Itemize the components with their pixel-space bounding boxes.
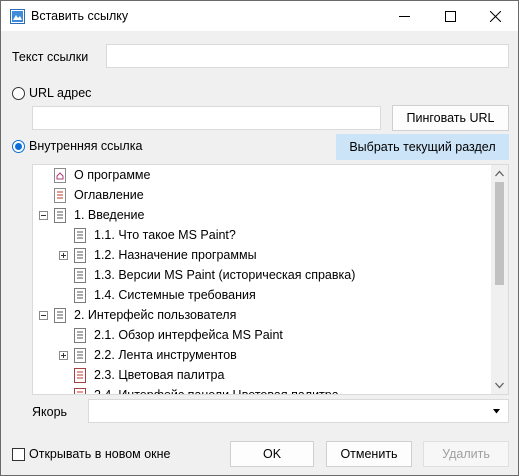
expand-icon[interactable]	[59, 351, 68, 360]
tree-item-label: 1.3. Версии MS Paint (историческая справ…	[94, 268, 356, 282]
document-icon	[74, 288, 86, 303]
anchor-label: Якорь	[32, 405, 68, 419]
tree-item-label: 1.4. Системные требования	[94, 288, 256, 302]
url-label: URL адрес	[29, 86, 92, 100]
expand-icon[interactable]	[59, 251, 68, 260]
tree-item-label: 2. Интерфейс пользователя	[74, 308, 237, 322]
link-text-label: Текст ссылки	[12, 50, 89, 64]
title-bar: Вставить ссылку	[1, 1, 518, 31]
tree-item-label: 1. Введение	[74, 208, 145, 222]
ok-button[interactable]: OK	[230, 441, 314, 467]
topic-tree[interactable]: О программе Оглавление 1. Введение 1.1. Что…	[32, 164, 509, 395]
tree-item-label: 2.4. Интерфейс панели Цветовая палитра	[94, 388, 339, 395]
minimize-icon	[399, 16, 410, 17]
maximize-button[interactable]	[428, 1, 473, 31]
internal-link-label: Внутренняя ссылка	[29, 139, 143, 153]
document-red-icon	[74, 368, 86, 383]
tree-scrollbar[interactable]	[491, 165, 508, 394]
document-icon	[74, 348, 86, 363]
select-current-section-button[interactable]: Выбрать текущий раздел	[336, 134, 509, 160]
minimize-button[interactable]	[382, 1, 427, 31]
tree-item-label: 1.1. Что такое MS Paint?	[94, 228, 236, 242]
tree-item-label: О программе	[74, 168, 151, 182]
open-new-window-checkbox[interactable]	[12, 448, 25, 461]
tree-item-label: Оглавление	[74, 188, 144, 202]
document-icon	[74, 228, 86, 243]
close-icon	[490, 11, 501, 22]
app-icon	[10, 9, 25, 24]
document-icon	[74, 328, 86, 343]
collapse-icon[interactable]	[39, 311, 48, 320]
insert-link-dialog: Вставить ссылку Текст ссылки URL адрес П…	[0, 0, 519, 476]
link-text-input[interactable]	[106, 44, 509, 68]
close-button[interactable]	[473, 1, 518, 31]
cancel-button[interactable]: Отменить	[326, 441, 412, 467]
document-icon	[54, 308, 66, 323]
document-icon	[74, 268, 86, 283]
toc-icon	[54, 188, 66, 203]
tree-item-label: 2.1. Обзор интерфейса MS Paint	[94, 328, 283, 342]
window-title: Вставить ссылку	[31, 9, 129, 23]
url-input[interactable]	[32, 106, 381, 130]
url-radio[interactable]	[12, 87, 25, 100]
document-icon	[74, 248, 86, 263]
scrollbar-thumb[interactable]	[495, 182, 504, 285]
document-red-icon	[74, 388, 86, 394]
scroll-up-icon[interactable]	[495, 169, 504, 178]
tree-item-label: 2.3. Цветовая палитра	[94, 368, 225, 382]
collapse-icon[interactable]	[39, 211, 48, 220]
maximize-icon	[445, 11, 456, 22]
tree-item-label: 1.2. Назначение программы	[94, 248, 257, 262]
scroll-down-icon[interactable]	[495, 381, 504, 390]
tree-item-label: 2.2. Лента инструментов	[94, 348, 237, 362]
anchor-dropdown[interactable]	[88, 399, 509, 423]
ping-url-button[interactable]: Пинговать URL	[392, 105, 509, 131]
internal-link-radio[interactable]	[12, 140, 25, 153]
delete-button: Удалить	[423, 441, 509, 467]
open-new-window-label: Открывать в новом окне	[29, 447, 171, 461]
document-icon	[54, 208, 66, 223]
dropdown-arrow-icon	[493, 409, 500, 414]
home-page-icon	[54, 168, 66, 183]
